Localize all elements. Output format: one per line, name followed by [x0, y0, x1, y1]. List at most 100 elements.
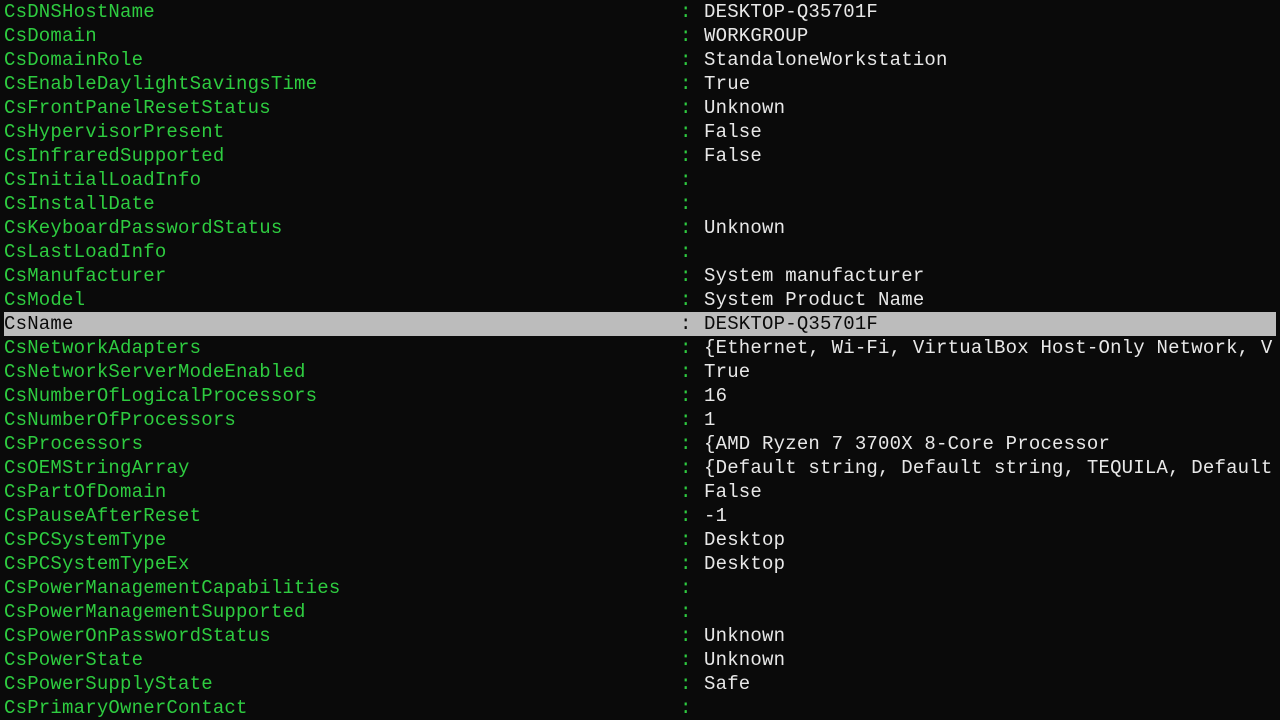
- property-separator: :: [680, 312, 704, 336]
- property-value: Unknown: [704, 216, 1276, 240]
- property-separator: :: [680, 576, 704, 600]
- property-separator: :: [680, 672, 704, 696]
- property-value: -1: [704, 504, 1276, 528]
- property-name: CsFrontPanelResetStatus: [4, 96, 680, 120]
- property-name: CsPrimaryOwnerContact: [4, 696, 680, 720]
- property-name: CsLastLoadInfo: [4, 240, 680, 264]
- terminal-output-row[interactable]: CsNumberOfProcessors: 1: [4, 408, 1276, 432]
- terminal-output-row[interactable]: CsPauseAfterReset: -1: [4, 504, 1276, 528]
- property-separator: :: [680, 600, 704, 624]
- property-value: [704, 192, 1276, 216]
- property-separator: :: [680, 288, 704, 312]
- terminal-output-row[interactable]: CsHypervisorPresent: False: [4, 120, 1276, 144]
- property-value: DESKTOP-Q35701F: [704, 312, 1276, 336]
- property-name: CsPowerManagementCapabilities: [4, 576, 680, 600]
- property-name: CsDomain: [4, 24, 680, 48]
- property-name: CsPowerManagementSupported: [4, 600, 680, 624]
- terminal-output-row[interactable]: CsInfraredSupported: False: [4, 144, 1276, 168]
- terminal-output-row[interactable]: CsPCSystemTypeEx: Desktop: [4, 552, 1276, 576]
- property-separator: :: [680, 48, 704, 72]
- terminal-output-row[interactable]: CsDNSHostName: DESKTOP-Q35701F: [4, 0, 1276, 24]
- terminal-output-row[interactable]: CsInitialLoadInfo:: [4, 168, 1276, 192]
- property-name: CsModel: [4, 288, 680, 312]
- property-separator: :: [680, 120, 704, 144]
- property-separator: :: [680, 216, 704, 240]
- terminal-output-row[interactable]: CsLastLoadInfo:: [4, 240, 1276, 264]
- terminal-output-row[interactable]: CsPartOfDomain: False: [4, 480, 1276, 504]
- terminal-output-row[interactable]: CsManufacturer: System manufacturer: [4, 264, 1276, 288]
- property-value: False: [704, 144, 1276, 168]
- property-name: CsDomainRole: [4, 48, 680, 72]
- property-separator: :: [680, 168, 704, 192]
- property-name: CsOEMStringArray: [4, 456, 680, 480]
- property-name: CsPowerSupplyState: [4, 672, 680, 696]
- property-name: CsPCSystemType: [4, 528, 680, 552]
- property-separator: :: [680, 240, 704, 264]
- property-value: 16: [704, 384, 1276, 408]
- property-separator: :: [680, 696, 704, 720]
- terminal-output-row[interactable]: CsKeyboardPasswordStatus: Unknown: [4, 216, 1276, 240]
- terminal-output-row[interactable]: CsPowerManagementCapabilities:: [4, 576, 1276, 600]
- terminal-output-row[interactable]: CsInstallDate:: [4, 192, 1276, 216]
- property-separator: :: [680, 408, 704, 432]
- property-separator: :: [680, 0, 704, 24]
- property-value: System Product Name: [704, 288, 1276, 312]
- terminal-output-row[interactable]: CsEnableDaylightSavingsTime: True: [4, 72, 1276, 96]
- property-name: CsHypervisorPresent: [4, 120, 680, 144]
- property-name: CsProcessors: [4, 432, 680, 456]
- terminal-output-row[interactable]: CsPrimaryOwnerContact:: [4, 696, 1276, 720]
- property-separator: :: [680, 264, 704, 288]
- terminal-output-row[interactable]: CsName: DESKTOP-Q35701F: [4, 312, 1276, 336]
- property-value: [704, 576, 1276, 600]
- property-value: False: [704, 120, 1276, 144]
- terminal-output-row[interactable]: CsOEMStringArray: {Default string, Defau…: [4, 456, 1276, 480]
- property-value: True: [704, 360, 1276, 384]
- property-separator: :: [680, 480, 704, 504]
- property-value: [704, 600, 1276, 624]
- property-name: CsNumberOfLogicalProcessors: [4, 384, 680, 408]
- property-separator: :: [680, 144, 704, 168]
- property-value: {Default string, Default string, TEQUILA…: [704, 456, 1276, 480]
- terminal-output-row[interactable]: CsPowerState: Unknown: [4, 648, 1276, 672]
- property-separator: :: [680, 432, 704, 456]
- terminal-output-row[interactable]: CsDomainRole: StandaloneWorkstation: [4, 48, 1276, 72]
- terminal-output-row[interactable]: CsNumberOfLogicalProcessors: 16: [4, 384, 1276, 408]
- property-separator: :: [680, 648, 704, 672]
- terminal-output-row[interactable]: CsNetworkServerModeEnabled: True: [4, 360, 1276, 384]
- property-name: CsDNSHostName: [4, 0, 680, 24]
- property-value: {Ethernet, Wi-Fi, VirtualBox Host-Only N…: [704, 336, 1276, 360]
- property-value: Desktop: [704, 552, 1276, 576]
- property-value: Desktop: [704, 528, 1276, 552]
- property-value: System manufacturer: [704, 264, 1276, 288]
- property-separator: :: [680, 552, 704, 576]
- terminal-output-row[interactable]: CsFrontPanelResetStatus: Unknown: [4, 96, 1276, 120]
- terminal-output-row[interactable]: CsNetworkAdapters: {Ethernet, Wi-Fi, Vir…: [4, 336, 1276, 360]
- property-name: CsNetworkServerModeEnabled: [4, 360, 680, 384]
- property-separator: :: [680, 528, 704, 552]
- terminal-output-row[interactable]: CsModel: System Product Name: [4, 288, 1276, 312]
- terminal-output-row[interactable]: CsPowerManagementSupported:: [4, 600, 1276, 624]
- property-name: CsPauseAfterReset: [4, 504, 680, 528]
- property-name: CsName: [4, 312, 680, 336]
- property-name: CsManufacturer: [4, 264, 680, 288]
- property-name: CsNetworkAdapters: [4, 336, 680, 360]
- property-separator: :: [680, 384, 704, 408]
- property-separator: :: [680, 96, 704, 120]
- property-value: Unknown: [704, 648, 1276, 672]
- terminal-output-row[interactable]: CsPowerSupplyState: Safe: [4, 672, 1276, 696]
- terminal-output-row[interactable]: CsPCSystemType: Desktop: [4, 528, 1276, 552]
- terminal-output-row[interactable]: CsProcessors: {AMD Ryzen 7 3700X 8-Core …: [4, 432, 1276, 456]
- property-name: CsPowerState: [4, 648, 680, 672]
- terminal-output-row[interactable]: CsPowerOnPasswordStatus: Unknown: [4, 624, 1276, 648]
- property-separator: :: [680, 504, 704, 528]
- property-value: [704, 168, 1276, 192]
- property-separator: :: [680, 624, 704, 648]
- property-name: CsEnableDaylightSavingsTime: [4, 72, 680, 96]
- terminal-output-row[interactable]: CsDomain: WORKGROUP: [4, 24, 1276, 48]
- property-value: [704, 696, 1276, 720]
- property-name: CsInstallDate: [4, 192, 680, 216]
- property-value: 1: [704, 408, 1276, 432]
- property-separator: :: [680, 360, 704, 384]
- property-name: CsPCSystemTypeEx: [4, 552, 680, 576]
- property-value: Unknown: [704, 624, 1276, 648]
